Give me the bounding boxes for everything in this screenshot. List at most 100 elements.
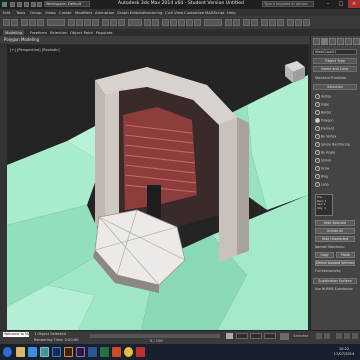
option-by-angle[interactable]: By Angle (315, 150, 335, 155)
option-element[interactable]: Element (315, 126, 334, 131)
schematic-view-icon[interactable] (269, 19, 276, 26)
menu-tools[interactable]: Tools (16, 10, 25, 15)
menu-edit[interactable]: Edit (3, 10, 10, 15)
utilities-tab-icon[interactable] (353, 38, 360, 45)
lock-selection-icon[interactable] (226, 333, 233, 339)
menu-maxscript[interactable]: MAXScript (205, 10, 225, 15)
media-player-icon[interactable] (136, 347, 145, 357)
keyboard-shortcut-icon[interactable] (162, 19, 169, 26)
maximize-button[interactable]: □ (335, 0, 347, 8)
tab-freeform[interactable]: Freeform (30, 30, 47, 35)
material-editor-icon[interactable] (277, 19, 284, 26)
system-clock[interactable]: 10:22 17/07/2014 (330, 347, 358, 357)
rollout-selection[interactable]: Selection (313, 84, 357, 90)
full-interactivity-checkbox[interactable]: Full Interactivity (315, 269, 341, 273)
pan-icon[interactable] (352, 333, 358, 339)
angle-snap-icon[interactable] (178, 19, 185, 26)
rollout-subdivision-surface[interactable]: Subdivision Surface (313, 278, 357, 284)
reference-coordinate-dropdown[interactable] (128, 19, 142, 26)
set-key-dropdown[interactable]: Selected (292, 334, 310, 338)
menu-rendering[interactable]: Rendering (143, 10, 162, 15)
bind-space-warp-icon[interactable] (37, 19, 44, 26)
photoshop-icon[interactable] (52, 347, 61, 357)
rollout-name-color[interactable]: Name and Color (313, 66, 357, 72)
option-ring[interactable]: Ring (315, 174, 328, 179)
play-animation-icon[interactable] (316, 333, 322, 339)
auto-key-button[interactable] (280, 333, 289, 340)
menu-help[interactable]: Help (227, 10, 236, 15)
internet-explorer-icon[interactable] (28, 347, 37, 357)
tab-object-paint[interactable]: Object Paint (70, 30, 93, 35)
orbit-icon[interactable] (344, 333, 350, 339)
new-file-icon[interactable] (10, 2, 15, 7)
hide-unselected-button[interactable]: Hide Unselected (315, 236, 355, 242)
undo-icon[interactable] (31, 2, 36, 7)
spinner-snap-icon[interactable] (194, 19, 201, 26)
file-explorer-icon[interactable] (16, 347, 25, 357)
menu-civil-view[interactable]: Civil View (165, 10, 183, 15)
powerpoint-icon[interactable] (112, 347, 121, 357)
menu-graph-editors[interactable]: Graph Editors (117, 10, 143, 15)
keyword-search-input[interactable]: Type a keyword or phrase (262, 1, 314, 7)
create-tab-icon[interactable] (313, 38, 320, 45)
layer-manager-icon[interactable] (243, 19, 250, 26)
option-border[interactable]: Border (315, 110, 332, 115)
menu-create[interactable]: Create (59, 10, 72, 15)
open-file-icon[interactable] (17, 2, 22, 7)
use-nurms-checkbox[interactable]: Use NURMS Subdivision (315, 287, 353, 291)
select-object-icon[interactable] (68, 19, 75, 26)
option-by-vertex[interactable]: By Vertex (315, 134, 336, 139)
modify-tab-icon[interactable] (321, 38, 328, 45)
curve-editor-icon[interactable] (261, 19, 268, 26)
object-name-field[interactable]: ViewCube01 (313, 49, 357, 55)
hide-selected-button[interactable]: Hide Selected (315, 220, 355, 226)
snaps-toggle-icon[interactable] (170, 19, 177, 26)
select-link-icon[interactable] (21, 19, 28, 26)
selection-filter-dropdown[interactable] (47, 19, 65, 26)
tab-modeling[interactable]: Modeling (3, 30, 25, 35)
tab-selection[interactable]: Selection (50, 30, 68, 35)
rotate-icon[interactable] (110, 19, 117, 26)
rendered-frame-icon[interactable] (295, 19, 302, 26)
menu-modifiers[interactable]: Modifiers (75, 10, 92, 15)
next-frame-icon[interactable] (324, 333, 330, 339)
menu-customize[interactable]: Customize (184, 10, 204, 15)
redo-icon[interactable] (37, 2, 42, 7)
option-grow[interactable]: Grow (315, 166, 329, 171)
mirror-icon[interactable] (225, 19, 232, 26)
window-crossing-icon[interactable] (92, 19, 99, 26)
ribbon-panel-polygon-modeling[interactable]: Polygon Modeling (0, 36, 310, 44)
graphite-toggle-icon[interactable] (251, 19, 258, 26)
scale-icon[interactable] (118, 19, 125, 26)
minimize-button[interactable]: – (322, 0, 334, 8)
select-by-name-icon[interactable] (76, 19, 83, 26)
save-file-icon[interactable] (24, 2, 29, 7)
percent-snap-icon[interactable] (186, 19, 193, 26)
z-coordinate-field[interactable] (264, 333, 276, 339)
menu-group[interactable]: Group (30, 10, 42, 15)
menu-animation[interactable]: Animation (95, 10, 114, 15)
option-loop[interactable]: Loop (315, 182, 329, 187)
maxscript-listener-input[interactable]: Welcome to MA (3, 332, 29, 337)
display-tab-icon[interactable] (345, 38, 352, 45)
redo-tool-icon[interactable] (11, 19, 18, 26)
zoom-icon[interactable] (336, 333, 342, 339)
rollout-object-type[interactable]: Object Type (313, 58, 357, 64)
motion-tab-icon[interactable] (337, 38, 344, 45)
option-shrink[interactable]: Shrink (315, 158, 331, 163)
hierarchy-tab-icon[interactable] (329, 38, 336, 45)
3ds-max-icon[interactable] (40, 347, 49, 357)
time-slider[interactable] (90, 334, 220, 338)
unhide-all-button[interactable]: Unhide All (315, 228, 355, 234)
perspective-viewport[interactable]: [+] [Perspective] [Realistic] (7, 45, 308, 350)
word-icon[interactable] (88, 347, 97, 357)
move-icon[interactable] (102, 19, 109, 26)
pivot-center-icon[interactable] (144, 19, 151, 26)
manipulate-icon[interactable] (152, 19, 159, 26)
align-icon[interactable] (233, 19, 240, 26)
option-polygon[interactable]: Polygon (315, 118, 334, 123)
option-ignore-backfacing[interactable]: Ignore Backfacing (315, 142, 350, 147)
option-vertex[interactable]: Vertex (315, 94, 331, 99)
premiere-icon[interactable] (76, 347, 85, 357)
excel-icon[interactable] (100, 347, 109, 357)
